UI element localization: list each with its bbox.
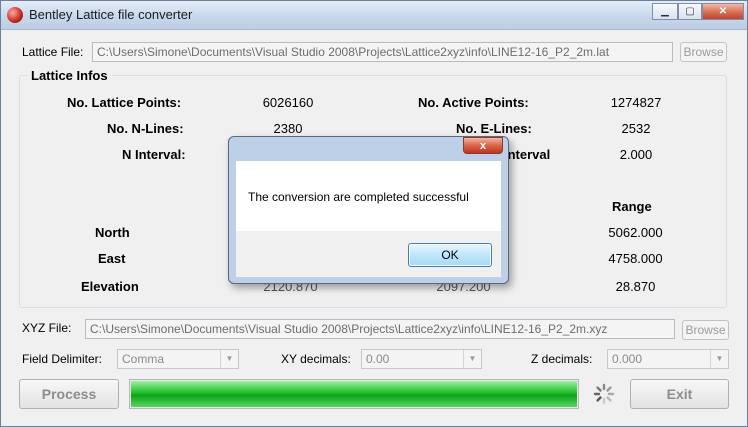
main-window: Bentley Lattice file converter ▁ ▢ ✕ Lat… <box>0 0 748 427</box>
range-header: Range <box>612 199 652 214</box>
xy-decimals-label: XY decimals: <box>281 352 351 366</box>
xyz-file-label: XYZ File: <box>22 321 72 335</box>
dropdown-arrow-icon: ▼ <box>710 350 728 368</box>
z-decimals-select[interactable]: 0.000 ▼ <box>607 349 729 369</box>
dialog-close-button[interactable]: x <box>463 137 503 154</box>
north-label: North <box>95 225 130 240</box>
loading-spinner-icon <box>593 383 615 405</box>
n-lines-label: No. N-Lines: <box>107 121 184 136</box>
field-delimiter-select[interactable]: Comma ▼ <box>117 349 239 369</box>
north-range-value: 5062.000 <box>608 225 663 240</box>
xyz-browse-button[interactable]: Browse <box>682 320 729 340</box>
xyz-file-input[interactable]: C:\Users\Simone\Documents\Visual Studio … <box>85 319 675 339</box>
e-interval-value: 2.000 <box>619 147 653 162</box>
maximize-icon: ▢ <box>685 6 695 17</box>
minimize-button[interactable]: ▁ <box>652 3 678 20</box>
active-points-label: No. Active Points: <box>418 95 529 110</box>
dialog-message: The conversion are completed successful <box>248 190 469 204</box>
e-lines-label: No. E-Lines: <box>456 121 532 136</box>
minimize-icon: ▁ <box>661 6 669 17</box>
progress-fill <box>131 381 577 407</box>
lattice-file-label: Lattice File: <box>22 45 84 59</box>
lattice-infos-title: Lattice Infos <box>27 68 112 83</box>
ok-button[interactable]: OK <box>408 243 492 267</box>
field-delimiter-value: Comma <box>122 352 165 366</box>
dialog-footer: OK <box>236 231 501 277</box>
num-lattice-points-value: 6026160 <box>262 95 314 110</box>
xy-decimals-select[interactable]: 0.00 ▼ <box>361 349 482 369</box>
xy-decimals-value: 0.00 <box>366 352 390 366</box>
active-points-value: 1274827 <box>610 95 662 110</box>
window-title: Bentley Lattice file converter <box>29 7 193 22</box>
close-icon: ✕ <box>718 6 728 17</box>
dropdown-arrow-icon: ▼ <box>463 350 481 368</box>
close-button[interactable]: ✕ <box>702 3 744 20</box>
elevation-label: Elevation <box>81 279 139 294</box>
elevation-range-value: 28.870 <box>615 279 656 294</box>
lattice-browse-button[interactable]: Browse <box>680 42 727 62</box>
e-interval-label: Interval <box>504 147 551 162</box>
dialog-body: The conversion are completed successful <box>236 161 501 231</box>
lattice-file-input[interactable]: C:\Users\Simone\Documents\Visual Studio … <box>92 42 673 62</box>
process-button[interactable]: Process <box>19 379 119 409</box>
z-decimals-value: 0.000 <box>612 352 643 366</box>
exit-button[interactable]: Exit <box>630 379 729 409</box>
field-delimiter-label: Field Delimiter: <box>22 352 103 366</box>
n-lines-value: 2380 <box>273 121 303 136</box>
z-decimals-label: Z decimals: <box>531 352 593 366</box>
progress-bar <box>129 379 579 409</box>
num-lattice-points-label: No. Lattice Points: <box>67 95 182 110</box>
e-lines-value: 2532 <box>621 121 651 136</box>
east-label: East <box>98 251 126 266</box>
title-bar[interactable]: Bentley Lattice file converter ▁ ▢ ✕ <box>1 1 747 30</box>
east-range-value: 4758.000 <box>608 251 663 266</box>
maximize-button[interactable]: ▢ <box>678 3 702 20</box>
app-icon <box>7 7 23 23</box>
close-icon: x <box>479 140 487 152</box>
message-dialog: x The conversion are completed successfu… <box>228 136 509 284</box>
dropdown-arrow-icon: ▼ <box>220 350 238 368</box>
n-interval-label: N Interval: <box>122 147 186 162</box>
